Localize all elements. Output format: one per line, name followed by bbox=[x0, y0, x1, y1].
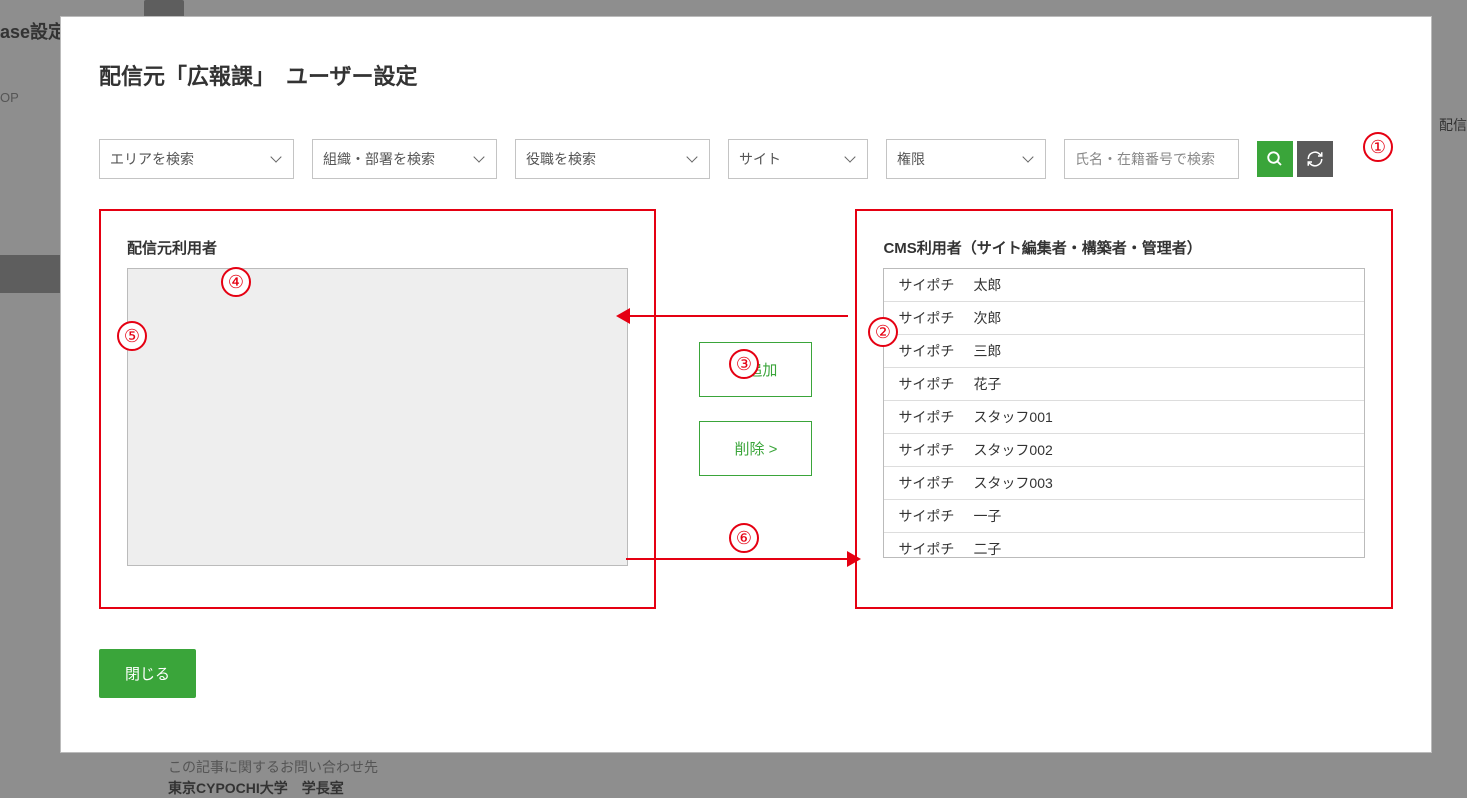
user-given: 三郎 bbox=[973, 343, 1001, 359]
post-select-label: 役職を検索 bbox=[526, 149, 596, 169]
role-select[interactable]: 権限 bbox=[886, 139, 1046, 179]
user-surname: サイポチ bbox=[898, 539, 973, 558]
list-item[interactable]: サイポチ三郎 bbox=[884, 335, 1364, 368]
arrow-right-icon bbox=[847, 551, 861, 567]
chevron-down-icon bbox=[1023, 154, 1033, 164]
site-select-label: サイト bbox=[739, 149, 781, 169]
user-surname: サイポチ bbox=[898, 374, 973, 394]
right-panel: CMS利用者（サイト編集者・構築者・管理者） サイポチ太郎サイポチ次郎サイポチ三… bbox=[855, 209, 1393, 609]
bg-nav-text: OP bbox=[0, 90, 19, 105]
bg-right-tab: 配信 bbox=[1439, 115, 1467, 135]
remove-button[interactable]: 削除 > bbox=[699, 421, 812, 476]
transfer-controls: < 追加 削除 > bbox=[656, 209, 855, 609]
user-given: 二子 bbox=[973, 541, 1001, 557]
annotation-4: ④ bbox=[221, 267, 251, 297]
list-item[interactable]: サイポチスタッフ002 bbox=[884, 434, 1364, 467]
close-button[interactable]: 閉じる bbox=[99, 649, 196, 698]
bg-selected-row bbox=[0, 255, 60, 293]
annotation-5: ⑤ bbox=[117, 321, 147, 351]
bg-page-title: ase設定 bbox=[0, 18, 66, 44]
user-given: スタッフ003 bbox=[973, 475, 1052, 491]
annotation-1: ① bbox=[1363, 132, 1393, 162]
list-item[interactable]: サイポチ花子 bbox=[884, 368, 1364, 401]
user-given: 太郎 bbox=[973, 277, 1001, 293]
area-select-label: エリアを検索 bbox=[110, 149, 194, 169]
list-item[interactable]: サイポチ一子 bbox=[884, 500, 1364, 533]
user-given: 次郎 bbox=[973, 310, 1001, 326]
left-panel-title: 配信元利用者 bbox=[127, 237, 628, 258]
filter-bar: エリアを検索 組織・部署を検索 役職を検索 サイト 権限 bbox=[99, 139, 1393, 179]
org-select-label: 組織・部署を検索 bbox=[323, 149, 435, 169]
search-input[interactable] bbox=[1064, 139, 1239, 179]
search-button[interactable] bbox=[1257, 141, 1293, 177]
user-given: 花子 bbox=[973, 376, 1001, 392]
user-surname: サイポチ bbox=[898, 407, 973, 427]
list-item[interactable]: サイポチ太郎 bbox=[884, 269, 1364, 302]
modal-title: 配信元「広報課」 ユーザー設定 bbox=[99, 59, 1393, 91]
annotation-2: ② bbox=[868, 317, 898, 347]
left-listbox[interactable] bbox=[127, 268, 628, 566]
annotation-3: ③ bbox=[729, 349, 759, 379]
user-surname: サイポチ bbox=[898, 506, 973, 526]
list-item[interactable]: サイポチ次郎 bbox=[884, 302, 1364, 335]
arrow-line-top bbox=[626, 315, 848, 317]
left-panel: 配信元利用者 bbox=[99, 209, 656, 609]
chevron-down-icon bbox=[271, 154, 281, 164]
area-select[interactable]: エリアを検索 bbox=[99, 139, 294, 179]
annotation-6: ⑥ bbox=[729, 523, 759, 553]
user-given: 一子 bbox=[973, 508, 1001, 524]
user-surname: サイポチ bbox=[898, 473, 973, 493]
chevron-down-icon bbox=[845, 154, 855, 164]
org-select[interactable]: 組織・部署を検索 bbox=[312, 139, 497, 179]
user-settings-modal: 配信元「広報課」 ユーザー設定 エリアを検索 組織・部署を検索 役職を検索 サイ… bbox=[60, 16, 1432, 753]
chevron-down-icon bbox=[474, 154, 484, 164]
right-listbox[interactable]: サイポチ太郎サイポチ次郎サイポチ三郎サイポチ花子サイポチスタッフ001サイポチス… bbox=[883, 268, 1365, 558]
user-surname: サイポチ bbox=[898, 275, 973, 295]
list-item[interactable]: サイポチスタッフ003 bbox=[884, 467, 1364, 500]
bg-footer-line2: 東京CYPOCHI大学 学長室 bbox=[168, 778, 344, 798]
chevron-down-icon bbox=[687, 154, 697, 164]
role-select-label: 権限 bbox=[897, 149, 925, 169]
user-surname: サイポチ bbox=[898, 341, 973, 361]
user-surname: サイポチ bbox=[898, 308, 973, 328]
site-select[interactable]: サイト bbox=[728, 139, 868, 179]
bg-footer-line1: この記事に関するお問い合わせ先 bbox=[168, 757, 378, 777]
reset-button[interactable] bbox=[1297, 141, 1333, 177]
search-icon bbox=[1266, 150, 1284, 168]
arrow-left-icon bbox=[616, 308, 630, 324]
user-surname: サイポチ bbox=[898, 440, 973, 460]
list-item[interactable]: サイポチスタッフ001 bbox=[884, 401, 1364, 434]
reload-icon bbox=[1306, 150, 1324, 168]
search-btn-group bbox=[1257, 141, 1333, 177]
arrow-line-bottom bbox=[626, 558, 852, 560]
post-select[interactable]: 役職を検索 bbox=[515, 139, 710, 179]
list-item[interactable]: サイポチ二子 bbox=[884, 533, 1364, 558]
user-given: スタッフ002 bbox=[973, 442, 1052, 458]
right-panel-title: CMS利用者（サイト編集者・構築者・管理者） bbox=[883, 237, 1365, 258]
user-given: スタッフ001 bbox=[973, 409, 1052, 425]
